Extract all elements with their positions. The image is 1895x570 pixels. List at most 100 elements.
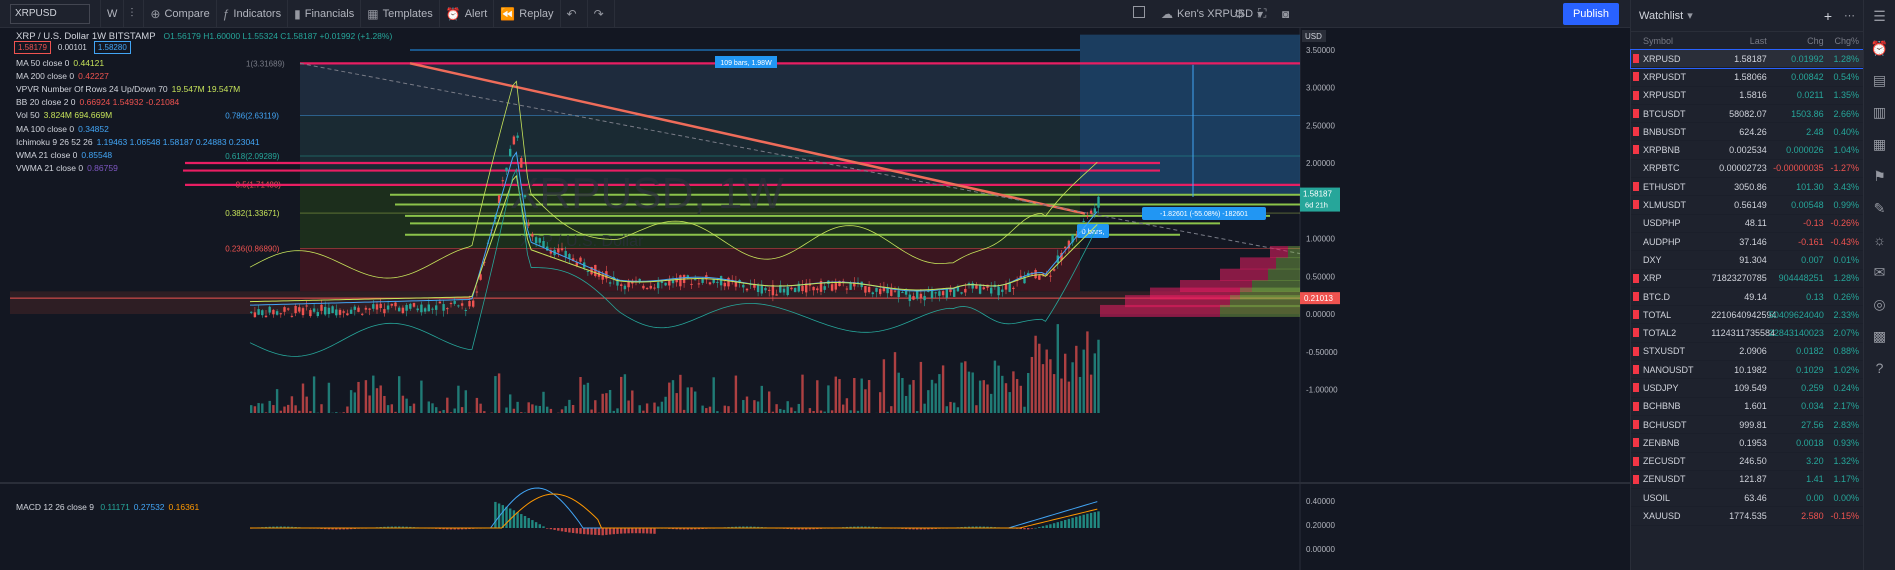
replay-button[interactable]: ⏪ Replay bbox=[494, 0, 561, 28]
watchlist-row[interactable]: ETHUSDT 3050.86 101.30 3.43% bbox=[1631, 178, 1863, 197]
flag-icon[interactable] bbox=[1633, 145, 1639, 155]
watchlist-row[interactable]: ZECUSDT 246.50 3.20 1.32% bbox=[1631, 453, 1863, 471]
chevron-down-icon[interactable]: ▾ bbox=[1687, 9, 1693, 22]
ideas-icon[interactable]: ✎ bbox=[1864, 192, 1895, 224]
flag-icon[interactable] bbox=[1633, 54, 1639, 63]
flag-icon[interactable] bbox=[1633, 365, 1639, 375]
watchlist-row[interactable]: XAUUSD 1774.535 2.580 -0.15% bbox=[1631, 507, 1863, 526]
indicator-legend-row[interactable]: VWMA 21 close 0 0.86759 bbox=[16, 162, 392, 175]
chat-icon[interactable]: ✉ bbox=[1864, 256, 1895, 288]
flag-icon[interactable] bbox=[1633, 438, 1639, 448]
watchlist-row[interactable]: TOTAL 2210640942594 50409624040 2.33% bbox=[1631, 306, 1863, 325]
watchlist-row[interactable]: XRPUSDT 1.5816 0.0211 1.35% bbox=[1631, 87, 1863, 105]
alert-button[interactable]: ⏰ Alert bbox=[440, 0, 495, 28]
watchlist-row[interactable]: XRPUSD 1.58187 0.01992 1.28% bbox=[1630, 48, 1864, 70]
column-header-chg[interactable]: Chg bbox=[1767, 36, 1824, 46]
row-chg: 50409624040 bbox=[1768, 309, 1824, 320]
column-header-last[interactable]: Last bbox=[1712, 36, 1767, 46]
sync-checkbox[interactable] bbox=[1133, 6, 1145, 18]
undo-button[interactable]: ↶ bbox=[561, 0, 588, 28]
financials-button[interactable]: ▮ Financials bbox=[288, 0, 362, 28]
flag-icon[interactable] bbox=[1633, 127, 1639, 137]
indicator-legend-row[interactable]: MA 50 close 0 0.44121 bbox=[16, 57, 392, 70]
redo-button[interactable]: ↷ bbox=[588, 0, 615, 28]
more-icon[interactable]: ⋯ bbox=[1844, 9, 1855, 22]
news-icon[interactable]: ▥ bbox=[1864, 96, 1895, 128]
fullscreen-button[interactable]: ⛶ bbox=[1252, 0, 1276, 28]
symbol-search[interactable] bbox=[0, 0, 101, 28]
volume-bar bbox=[708, 406, 712, 413]
lightbulb-icon[interactable]: ☼ bbox=[1864, 224, 1895, 256]
watchlist-row[interactable]: USDPHP 48.11 -0.13 -0.26% bbox=[1631, 215, 1863, 233]
indicators-button[interactable]: ƒ Indicators bbox=[217, 0, 289, 28]
watchlist-row[interactable]: ZENUSDT 121.87 1.41 1.17% bbox=[1631, 471, 1863, 490]
add-symbol-icon[interactable]: + bbox=[1824, 8, 1832, 24]
publish-button[interactable]: Publish bbox=[1563, 3, 1619, 25]
flag-icon[interactable] bbox=[1633, 401, 1639, 411]
column-header-symbol[interactable]: Symbol bbox=[1643, 36, 1712, 46]
chart-type-button[interactable]: ⫶ bbox=[124, 0, 145, 28]
flag-icon[interactable] bbox=[1633, 474, 1639, 484]
streams-icon[interactable]: ◎ bbox=[1864, 288, 1895, 320]
indicator-legend-row[interactable]: Vol 50 3.824M 694.669M bbox=[16, 109, 392, 122]
flag-icon[interactable] bbox=[1633, 310, 1639, 320]
watchlist-row[interactable]: BTC.D 49.14 0.13 0.26% bbox=[1631, 288, 1863, 307]
bid-price[interactable]: 1.58179 bbox=[14, 41, 51, 54]
flag-icon[interactable] bbox=[1633, 328, 1639, 338]
watchlist-row[interactable]: ZENBNB 0.1953 0.0018 0.93% bbox=[1631, 434, 1863, 453]
watchlist-row[interactable]: DXY 91.304 0.007 0.01% bbox=[1631, 251, 1863, 270]
indicator-legend-row[interactable]: WMA 21 close 0 0.85548 bbox=[16, 149, 392, 162]
flag-icon[interactable] bbox=[1633, 419, 1639, 429]
watchlist-row[interactable]: NANOUSDT 10.1982 0.1029 1.02% bbox=[1631, 361, 1863, 380]
flag-icon[interactable] bbox=[1633, 456, 1639, 466]
flag-icon[interactable] bbox=[1633, 90, 1639, 100]
ask-price[interactable]: 1.58280 bbox=[93, 41, 131, 54]
templates-button[interactable]: ▦ Templates bbox=[361, 0, 440, 28]
volume-bar bbox=[904, 395, 908, 413]
watchlist-row[interactable]: BCHUSDT 999.81 27.56 2.83% bbox=[1631, 416, 1863, 435]
symbol-input[interactable] bbox=[10, 3, 90, 24]
watchlist-row[interactable]: XLMUSDT 0.56149 0.00548 0.99% bbox=[1631, 196, 1863, 215]
flag-icon[interactable] bbox=[1633, 273, 1639, 283]
watchlist-icon[interactable]: ☰ bbox=[1864, 0, 1895, 32]
indicator-legend-row[interactable]: MA 100 close 0 0.34852 bbox=[16, 123, 392, 136]
flag-icon[interactable] bbox=[1633, 200, 1639, 210]
help-icon[interactable]: ? bbox=[1864, 352, 1895, 384]
indicator-legend-row[interactable]: Ichimoku 9 26 52 26 1.19463 1.06548 1.581… bbox=[16, 136, 392, 149]
hotlist-icon[interactable]: ⚑ bbox=[1864, 160, 1895, 192]
indicator-legend-row[interactable]: MA 200 close 0 0.42227 bbox=[16, 70, 392, 83]
watchlist-row[interactable]: XRPBTC 0.00002723 -0.00000035 -1.27% bbox=[1631, 160, 1863, 179]
watchlist-row[interactable]: TOTAL2 1124311735584 22843140023 2.07% bbox=[1631, 324, 1863, 343]
row-symbol: XRPUSDT bbox=[1643, 90, 1687, 101]
watchlist-row[interactable]: BNBUSDT 624.26 2.48 0.40% bbox=[1631, 123, 1863, 142]
alarm-icon[interactable]: ⏰ bbox=[1864, 32, 1895, 64]
watchlist-row[interactable]: USDJPY 109.549 0.259 0.24% bbox=[1631, 379, 1863, 398]
flag-icon[interactable] bbox=[1633, 72, 1639, 82]
indicator-legend-row[interactable]: VPVR Number Of Rows 24 Up/Down 70 19.547M… bbox=[16, 83, 392, 96]
calendar-icon[interactable]: ▦ bbox=[1864, 128, 1895, 160]
watchlist-row[interactable]: XRP 71823270785 904448251 1.28% bbox=[1631, 270, 1863, 288]
data-window-icon[interactable]: ▤ bbox=[1864, 64, 1895, 96]
settings-button[interactable]: ⚙ bbox=[1228, 0, 1255, 28]
macd-bar bbox=[1089, 512, 1093, 528]
snapshot-button[interactable]: ◙ bbox=[1276, 0, 1299, 28]
watchlist-row[interactable]: XRPBNB 0.002534 0.000026 1.04% bbox=[1631, 141, 1863, 160]
flag-icon[interactable] bbox=[1633, 291, 1639, 301]
watchlist-row[interactable]: STXUSDT 2.0906 0.0182 0.88% bbox=[1631, 343, 1863, 362]
flag-icon[interactable] bbox=[1633, 108, 1639, 118]
flag-icon[interactable] bbox=[1633, 346, 1639, 356]
volume-bar bbox=[1071, 362, 1074, 413]
watchlist-row[interactable]: USOIL 63.46 0.00 0.00% bbox=[1631, 489, 1863, 508]
interval-button[interactable]: W bbox=[101, 0, 125, 28]
column-header-chg-pct[interactable]: Chg% bbox=[1824, 36, 1860, 46]
watchlist-row[interactable]: BTCUSDT 58082.07 1503.86 2.66% bbox=[1631, 105, 1863, 124]
watchlist-row[interactable]: XRPUSDT 1.58066 0.00842 0.54% bbox=[1631, 68, 1863, 87]
watchlist-title[interactable]: Watchlist bbox=[1639, 10, 1683, 22]
calendar-grid-icon[interactable]: ▩ bbox=[1864, 320, 1895, 352]
indicator-legend-row[interactable]: BB 20 close 2 0 0.66924 1.54932 -0.21084 bbox=[16, 96, 392, 109]
watchlist-row[interactable]: BCHBNB 1.601 0.034 2.17% bbox=[1631, 398, 1863, 416]
flag-icon[interactable] bbox=[1633, 383, 1639, 393]
flag-icon[interactable] bbox=[1633, 182, 1639, 192]
watchlist-row[interactable]: AUDPHP 37.146 -0.161 -0.43% bbox=[1631, 233, 1863, 252]
compare-button[interactable]: ⊕ Compare bbox=[144, 0, 217, 28]
